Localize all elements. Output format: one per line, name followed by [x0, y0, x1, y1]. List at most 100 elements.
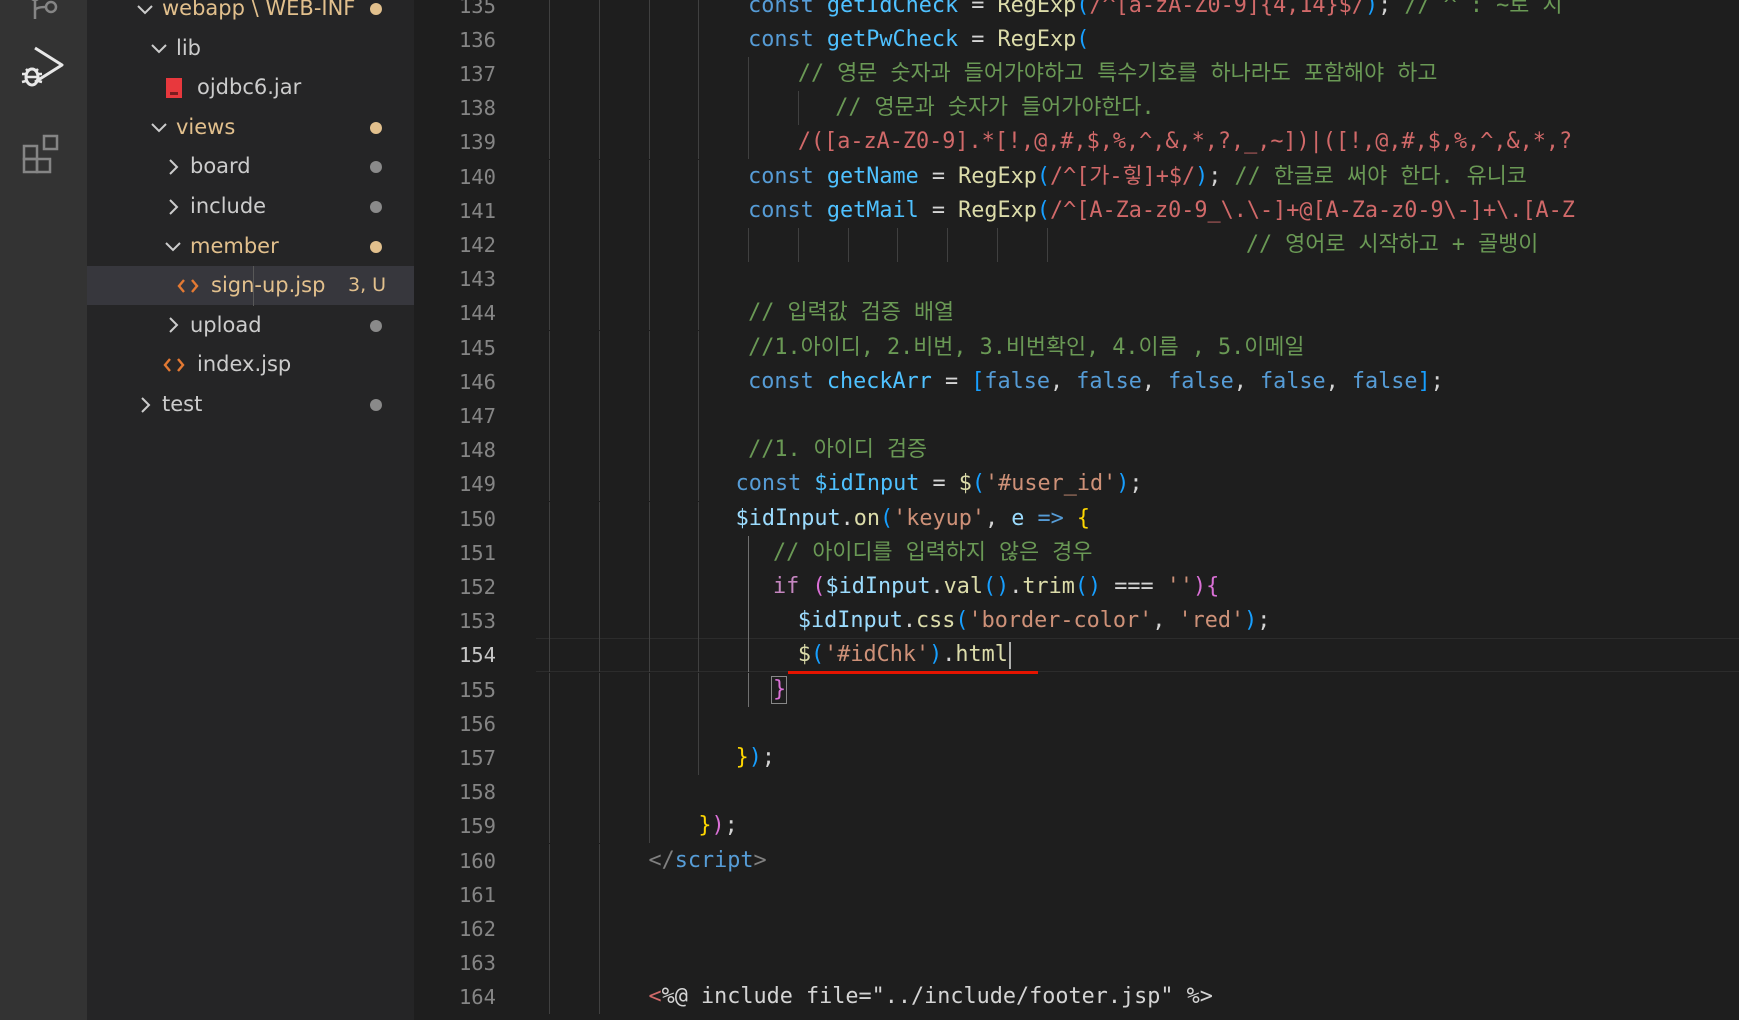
- chevron-down-icon[interactable]: [133, 0, 157, 28]
- token-comment: // 한글로 써야 한다. 유니코: [1234, 163, 1527, 189]
- token-function: on: [853, 505, 881, 531]
- tree-folder[interactable]: include: [87, 187, 414, 226]
- token-bracket3: ): [1364, 0, 1379, 18]
- indent-guide: [549, 740, 550, 776]
- code-line[interactable]: <%@ include file="../include/footer.jsp"…: [536, 980, 1739, 1015]
- indent-guide: [549, 364, 550, 399]
- tree-item-label: member: [190, 233, 279, 258]
- run-debug-icon[interactable]: [16, 42, 70, 96]
- tree-folder[interactable]: lib: [87, 29, 414, 68]
- token-regex: /^[가-힣]+$/: [1049, 163, 1196, 189]
- indent-guide: [549, 672, 550, 707]
- token-bracket3: ): [1195, 163, 1209, 189]
- token-keyword: false: [1076, 368, 1142, 394]
- code-line[interactable]: $('#idChk').html: [536, 638, 1739, 673]
- tree-item-label: views: [176, 114, 236, 139]
- code-line[interactable]: const getPwCheck = RegExp(: [536, 22, 1739, 57]
- chevron-down-icon[interactable]: [161, 227, 185, 266]
- tree-folder[interactable]: board: [87, 147, 414, 186]
- code-line[interactable]: const getMail = RegExp(/^[A-Za-z0-9_\.\-…: [536, 193, 1739, 228]
- token-keyword: =>: [1024, 505, 1077, 531]
- indent-guide: [648, 0, 650, 23]
- indent-guide: [549, 569, 550, 605]
- code-line[interactable]: /([a-zA-Z0-9].*[!,@,#,$,%,^,&,*,?,_,~])|…: [536, 125, 1739, 160]
- chevron-down-icon[interactable]: [147, 108, 171, 147]
- code-line[interactable]: $idInput.css('border-color', 'red');: [536, 604, 1739, 639]
- code-line[interactable]: // 아이디를 입력하지 않은 경우: [536, 535, 1739, 570]
- tree-folder[interactable]: member: [87, 227, 414, 266]
- tree-folder[interactable]: test: [87, 385, 414, 424]
- tree-file[interactable]: ojdbc6.jar: [87, 68, 414, 107]
- code-line[interactable]: if ($idInput.val().trim() === ''){: [536, 569, 1739, 605]
- code-editor[interactable]: const getIdCheck = RegExp(/^[a-zA-Z0-9]{…: [536, 0, 1739, 1020]
- token-bracket3: (: [1074, 573, 1088, 599]
- indent-guide: [549, 433, 550, 468]
- code-text: if ($idInput.val().trim() === ''){: [773, 570, 1219, 604]
- code-line[interactable]: // 영문과 숫자가 들어가야한다.: [536, 91, 1739, 126]
- code-line[interactable]: }: [536, 672, 1739, 707]
- extensions-icon[interactable]: [16, 128, 70, 182]
- token-keyword: const: [748, 0, 827, 18]
- code-line[interactable]: [536, 946, 1739, 981]
- token-bracket3: (: [1036, 197, 1050, 223]
- indent-guide: [549, 980, 550, 1015]
- chevron-right-icon[interactable]: [133, 385, 157, 424]
- code-line[interactable]: [536, 398, 1739, 434]
- code-line[interactable]: </script>: [536, 843, 1739, 878]
- code-line[interactable]: const checkArr = [false, false, false, f…: [536, 364, 1739, 399]
- indent-guide: [698, 535, 700, 570]
- indent-guide: [1046, 227, 1048, 263]
- indent-guide: [698, 467, 700, 502]
- code-line[interactable]: // 영어로 시작하고 + 골뱅이: [536, 227, 1739, 263]
- code-line[interactable]: });: [536, 740, 1739, 776]
- code-line[interactable]: const getIdCheck = RegExp(/^[a-zA-Z0-9]{…: [536, 0, 1739, 23]
- source-control-icon[interactable]: 40: [16, 0, 70, 32]
- token-bracket3: (: [1076, 26, 1090, 52]
- token-punct: ,: [985, 505, 1012, 531]
- indent-guide: [698, 56, 700, 92]
- code-text: const getName = RegExp(/^[가-힣]+$/); // 한…: [748, 160, 1527, 194]
- indent-guide: [598, 843, 600, 878]
- code-line[interactable]: });: [536, 809, 1739, 844]
- code-text: // 입력값 검증 배열: [748, 296, 954, 330]
- code-line[interactable]: [536, 911, 1739, 947]
- error-squiggle: [787, 671, 1038, 675]
- modified-dot-icon: [370, 319, 382, 332]
- tree-folder[interactable]: webapp \ WEB-INF: [87, 0, 414, 28]
- code-line[interactable]: //1. 아이디 검증: [536, 433, 1739, 468]
- code-line[interactable]: // 영문 숫자과 들어가야하고 특수기호를 하나라도 포함해야 하고: [536, 56, 1739, 92]
- token-constant: getName: [826, 163, 919, 189]
- tree-folder[interactable]: upload: [87, 306, 414, 345]
- indent-guide: [797, 91, 799, 126]
- indent-guide: [549, 706, 550, 741]
- token-punct: ,: [1325, 368, 1352, 394]
- line-number: 162: [458, 916, 496, 941]
- code-line[interactable]: const $idInput = $('#user_id');: [536, 467, 1739, 502]
- indent-guide: [648, 56, 650, 92]
- line-number: 151: [458, 540, 496, 565]
- code-line[interactable]: const getName = RegExp(/^[가-힣]+$/); // 한…: [536, 159, 1739, 194]
- code-line[interactable]: $idInput.on('keyup', e => {: [536, 501, 1739, 536]
- code-line[interactable]: [536, 775, 1739, 810]
- tree-folder[interactable]: views: [87, 108, 414, 147]
- token-punct: ;: [1129, 471, 1143, 497]
- code-text: });: [698, 809, 737, 843]
- code-line[interactable]: // 입력값 검증 배열: [536, 296, 1739, 331]
- indent-guide: [598, 296, 600, 331]
- code-line[interactable]: [536, 706, 1739, 741]
- indent-guide: [598, 91, 600, 126]
- code-line[interactable]: //1.아이디, 2.비번, 3.비번확인, 4.이름 , 5.이메일: [536, 330, 1739, 365]
- token-keyword: false: [1351, 368, 1418, 394]
- indent-guide: [549, 56, 550, 92]
- code-line[interactable]: [536, 262, 1739, 297]
- indent-guide: [698, 672, 700, 707]
- tree-file[interactable]: sign-up.jsp 3, U: [87, 266, 414, 306]
- tree-file[interactable]: index.jsp: [87, 345, 414, 384]
- line-number: 147: [458, 403, 496, 428]
- chevron-right-icon[interactable]: [161, 147, 185, 186]
- chevron-right-icon[interactable]: [161, 306, 185, 345]
- chevron-right-icon[interactable]: [161, 187, 185, 226]
- indent-guide: [549, 193, 550, 228]
- chevron-down-icon[interactable]: [147, 29, 171, 68]
- code-line[interactable]: [536, 877, 1739, 912]
